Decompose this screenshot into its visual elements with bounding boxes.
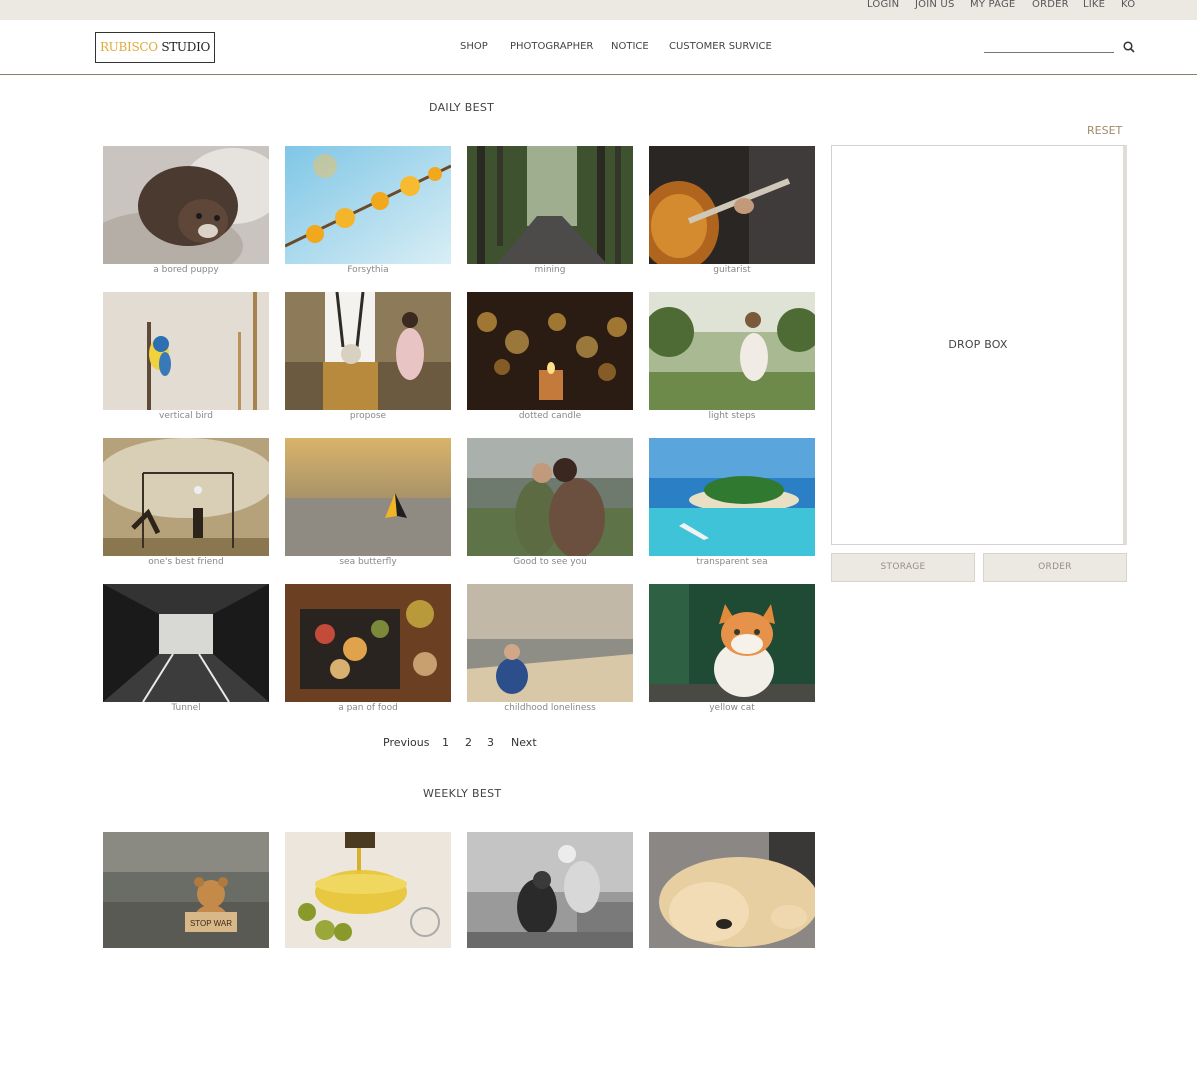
- order-link[interactable]: ORDER: [1032, 0, 1069, 10]
- photo-card-light-steps[interactable]: light steps: [649, 292, 815, 424]
- photo-propose: [285, 292, 451, 410]
- site-header: RUBISCO STUDIO SHOP PHOTOGRAPHER NOTICE …: [0, 20, 1197, 75]
- photo-card-best-friend[interactable]: one's best friend: [103, 438, 269, 570]
- photo-caption: one's best friend: [148, 557, 224, 567]
- nav-customer-service[interactable]: CUSTOMER SURVICE: [669, 41, 772, 52]
- photo-forsythia: [285, 146, 451, 264]
- photo-card-tunnel[interactable]: Tunnel: [103, 584, 269, 716]
- photo-sea-butterfly: [285, 438, 451, 556]
- photo-good-to-see-you: [467, 438, 633, 556]
- storage-button[interactable]: STORAGE: [831, 553, 975, 582]
- photo-caption: vertical bird: [159, 411, 213, 421]
- daily-best-title: DAILY BEST: [429, 101, 495, 114]
- weekly-photo-shoe-shine[interactable]: [467, 832, 633, 948]
- photo-card-bored-puppy[interactable]: a bored puppy: [103, 146, 269, 278]
- logo-text-studio: STUDIO: [161, 40, 211, 54]
- photo-card-dotted-candle[interactable]: dotted candle: [467, 292, 633, 424]
- photo-yellow-cat: [649, 584, 815, 702]
- photo-caption: propose: [349, 411, 387, 421]
- weekly-photo-olive-oil[interactable]: [285, 832, 451, 948]
- photo-vertical-bird: [103, 292, 269, 410]
- photo-pan-of-food: [285, 584, 451, 702]
- stop-war-sign-text: STOP WAR: [190, 919, 232, 928]
- photo-childhood-loneliness: [467, 584, 633, 702]
- reset-button[interactable]: RESET: [1087, 124, 1122, 137]
- weekly-best-title: WEEKLY BEST: [423, 787, 502, 800]
- pagination-page-1[interactable]: 1: [442, 736, 449, 749]
- photo-card-pan-of-food[interactable]: a pan of food: [285, 584, 451, 716]
- photo-caption: Forsythia: [347, 265, 389, 275]
- like-link[interactable]: LIKE: [1083, 0, 1105, 10]
- drop-box[interactable]: DROP BOX: [831, 145, 1127, 545]
- drop-box-label: DROP BOX: [948, 338, 1008, 351]
- photo-card-mining[interactable]: mining: [467, 146, 633, 278]
- photo-caption: a pan of food: [338, 703, 398, 713]
- photo-card-propose[interactable]: propose: [285, 292, 451, 424]
- photo-guitarist: [649, 146, 815, 264]
- weekly-photo-teddy-bear[interactable]: STOP WAR: [103, 832, 269, 948]
- photo-bored-puppy: [103, 146, 269, 264]
- photo-light-steps: [649, 292, 815, 410]
- photo-caption: sea butterfly: [339, 557, 397, 567]
- photo-card-sea-butterfly[interactable]: sea butterfly: [285, 438, 451, 570]
- photo-card-vertical-bird[interactable]: vertical bird: [103, 292, 269, 424]
- join-us-link[interactable]: JOIN US: [915, 0, 955, 10]
- pagination-page-2[interactable]: 2: [465, 736, 472, 749]
- photo-caption: yellow cat: [709, 703, 755, 713]
- top-utility-bar: LOGIN JOIN US MY PAGE ORDER LIKE KO: [0, 0, 1197, 20]
- photo-dotted-candle: [467, 292, 633, 410]
- photo-transparent-sea: [649, 438, 815, 556]
- photo-caption: Good to see you: [513, 557, 587, 567]
- photo-card-good-to-see-you[interactable]: Good to see you: [467, 438, 633, 570]
- photo-card-childhood-loneliness[interactable]: childhood loneliness: [467, 584, 633, 716]
- search-input[interactable]: [984, 39, 1114, 53]
- photo-mining: [467, 146, 633, 264]
- nav-shop[interactable]: SHOP: [460, 41, 488, 52]
- photo-card-yellow-cat[interactable]: yellow cat: [649, 584, 815, 716]
- photo-caption: guitarist: [713, 265, 751, 275]
- pagination-page-3[interactable]: 3: [487, 736, 494, 749]
- photo-tunnel: [103, 584, 269, 702]
- photo-best-friend: [103, 438, 269, 556]
- search-icon[interactable]: [1122, 39, 1136, 53]
- language-link[interactable]: KO: [1121, 0, 1135, 10]
- nav-notice[interactable]: NOTICE: [611, 41, 649, 52]
- photo-caption: mining: [534, 265, 566, 275]
- pagination-next[interactable]: Next: [511, 736, 537, 749]
- photo-card-transparent-sea[interactable]: transparent sea: [649, 438, 815, 570]
- order-button[interactable]: ORDER: [983, 553, 1127, 582]
- site-logo[interactable]: RUBISCO STUDIO: [95, 32, 215, 63]
- pagination-previous[interactable]: Previous: [383, 736, 430, 749]
- logo-text-rubisco: RUBISCO: [99, 40, 158, 54]
- photo-caption: dotted candle: [518, 411, 582, 421]
- photo-caption: childhood loneliness: [504, 703, 596, 713]
- photo-caption: transparent sea: [696, 557, 768, 567]
- photo-caption: Tunnel: [171, 703, 201, 713]
- photo-caption: light steps: [708, 411, 756, 421]
- photo-card-forsythia[interactable]: Forsythia: [285, 146, 451, 278]
- nav-photographer[interactable]: PHOTOGRAPHER: [510, 41, 593, 52]
- photo-caption: a bored puppy: [153, 265, 219, 275]
- weekly-photo-sleeping-puppy[interactable]: [649, 832, 815, 948]
- login-link[interactable]: LOGIN: [867, 0, 899, 10]
- my-page-link[interactable]: MY PAGE: [970, 0, 1015, 10]
- photo-card-guitarist[interactable]: guitarist: [649, 146, 815, 278]
